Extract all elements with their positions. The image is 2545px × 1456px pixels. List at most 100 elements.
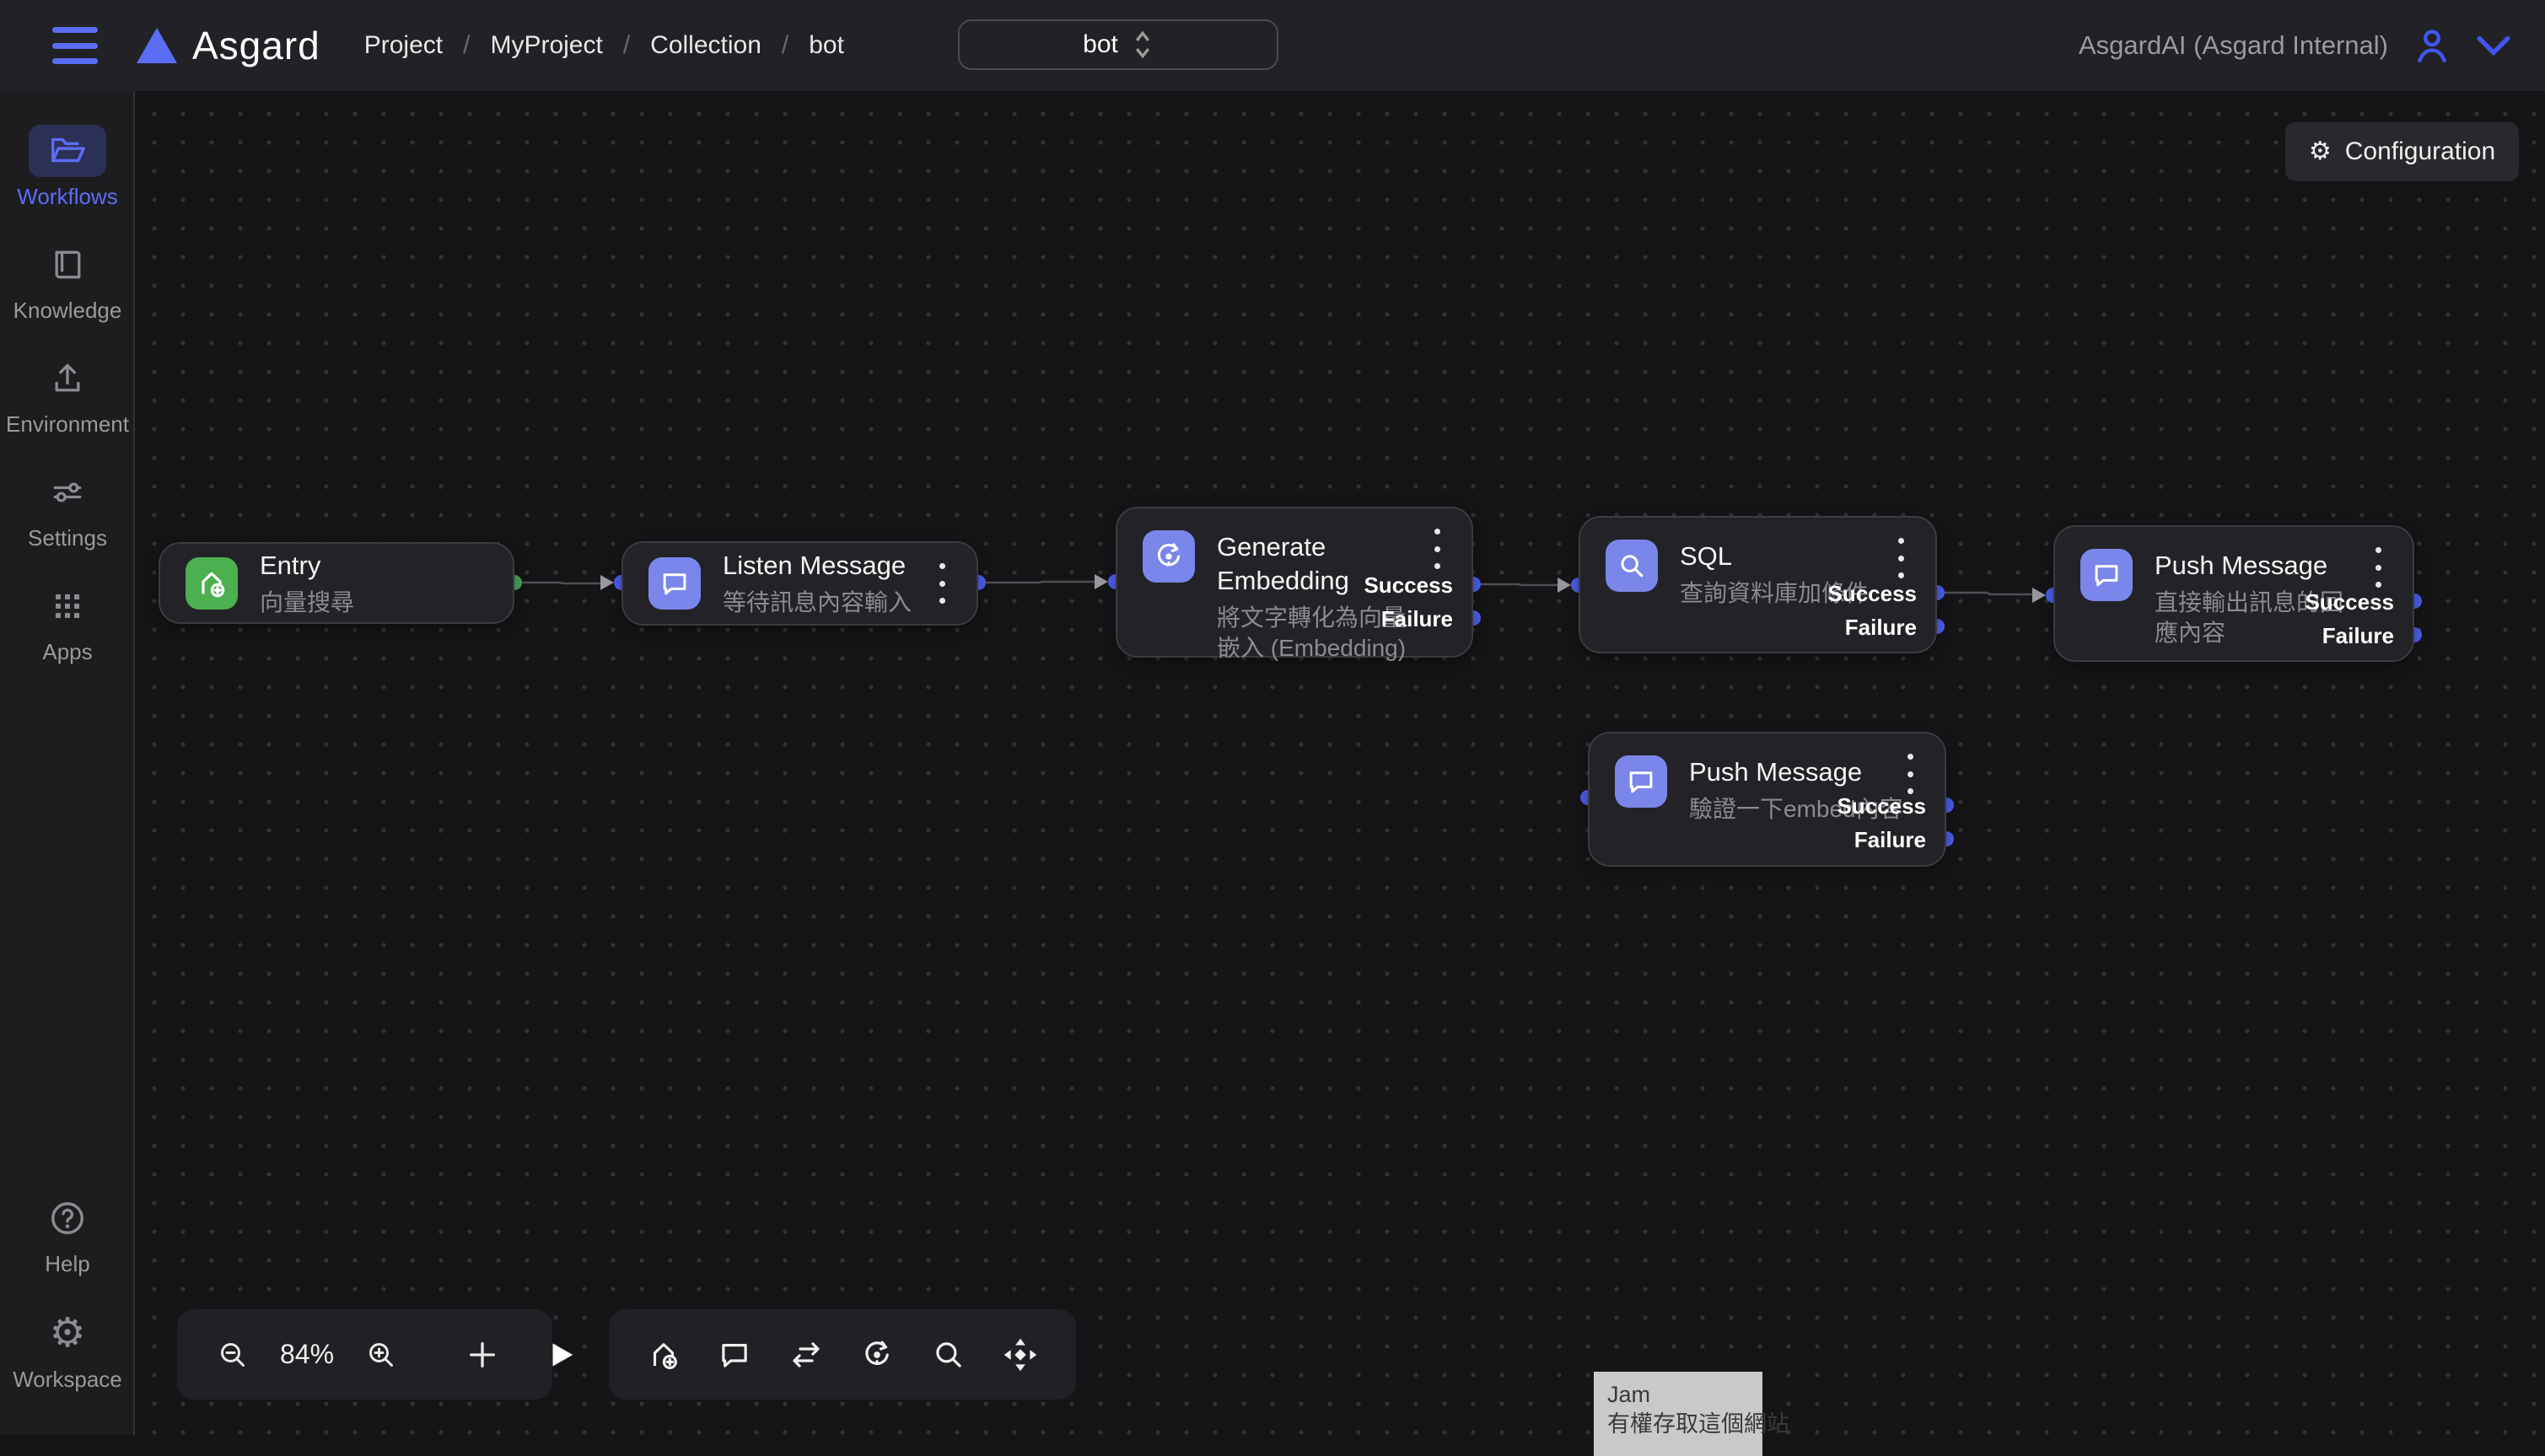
- grid-dots-icon: [29, 580, 106, 632]
- node-menu-button[interactable]: [1424, 529, 1450, 569]
- sidebar-item-apps[interactable]: Apps: [0, 580, 135, 665]
- node-palette-toolbar: [609, 1309, 1076, 1400]
- folder-open-icon: [29, 125, 106, 177]
- configuration-button-label: Configuration: [2345, 137, 2495, 166]
- triangle-logo-icon: [137, 28, 177, 63]
- node-title: Entry: [260, 549, 354, 583]
- user-icon: [2410, 24, 2454, 67]
- node-menu-button[interactable]: [929, 563, 955, 604]
- chevron-down-icon[interactable]: [2476, 33, 2511, 58]
- top-bar: Asgard Project / MyProject / Collection …: [0, 0, 2545, 91]
- chat-bubble-icon: [648, 557, 701, 610]
- zoom-out-button[interactable]: [207, 1338, 258, 1372]
- app-name: Asgard: [192, 23, 320, 68]
- sliders-icon: [29, 466, 106, 518]
- configuration-button[interactable]: ⚙ Configuration: [2285, 122, 2519, 181]
- breadcrumb-myproject[interactable]: MyProject: [490, 31, 602, 60]
- account-label: AsgardAI (Asgard Internal): [2079, 30, 2388, 61]
- zoom-out-icon: [216, 1338, 250, 1372]
- bulb-refresh-icon: [1143, 530, 1195, 583]
- help-circle-icon: [29, 1192, 106, 1244]
- browser-permission-tooltip: Jam 有權存取這個網站: [1594, 1372, 1762, 1456]
- sidebar-item-knowledge[interactable]: Knowledge: [0, 239, 135, 324]
- breadcrumb-project[interactable]: Project: [364, 31, 443, 60]
- node-subtitle: 向量搜尋: [260, 588, 354, 618]
- upload-icon: [29, 352, 106, 405]
- sidebar-item-label: Workflows: [17, 184, 117, 210]
- output-success-label: Success: [1827, 581, 1917, 607]
- play-icon: [545, 1339, 577, 1371]
- sidebar-item-settings[interactable]: Settings: [0, 466, 135, 551]
- house-plus-icon: [186, 557, 238, 610]
- sidebar-item-environment[interactable]: Environment: [0, 352, 135, 438]
- workflow-selector-value: bot: [1083, 30, 1118, 59]
- unfold-chevrons-icon: [1132, 30, 1154, 59]
- chat-bubble-icon: [2080, 549, 2133, 601]
- node-menu-button[interactable]: [1897, 754, 1923, 794]
- add-embedding-node-button[interactable]: [851, 1337, 903, 1373]
- node-title: SQL: [1680, 540, 1891, 573]
- bulb-refresh-icon: [859, 1337, 895, 1373]
- node-entry[interactable]: Entry 向量搜尋: [159, 542, 514, 624]
- sidebar-item-label: Environment: [6, 411, 129, 438]
- node-menu-button[interactable]: [2365, 547, 2391, 588]
- output-failure-label: Failure: [1845, 615, 1917, 641]
- output-success-label: Success: [2305, 589, 2394, 615]
- move-icon: [1002, 1336, 1039, 1373]
- book-icon: [29, 239, 106, 291]
- breadcrumb-separator: /: [463, 31, 470, 60]
- sidebar-item-workflows[interactable]: Workflows: [0, 125, 135, 210]
- node-listen-message[interactable]: Listen Message 等待訊息內容輸入: [621, 541, 978, 626]
- search-tool-button[interactable]: [923, 1337, 975, 1373]
- chat-bubble-icon: [717, 1337, 752, 1373]
- node-title: Listen Message: [723, 549, 912, 583]
- move-tool-button[interactable]: [993, 1336, 1047, 1373]
- node-title: Push Message: [2155, 549, 2365, 583]
- sidebar-item-label: Settings: [28, 525, 107, 551]
- plus-icon: [465, 1338, 499, 1372]
- tooltip-extension-name: Jam: [1607, 1380, 1749, 1409]
- node-menu-button[interactable]: [1888, 538, 1913, 578]
- workflow-canvas[interactable]: ⚙ Configuration Entry 向量搜尋 Listen Messag…: [135, 91, 2545, 1435]
- sidebar-item-label: Workspace: [13, 1367, 122, 1393]
- output-success-label: Success: [1364, 572, 1453, 599]
- output-failure-label: Failure: [2322, 623, 2394, 649]
- node-title: Push Message: [1689, 755, 1908, 789]
- zoom-panel: 84%: [177, 1309, 552, 1400]
- output-failure-label: Failure: [1854, 827, 1926, 853]
- add-message-node-button[interactable]: [708, 1337, 761, 1373]
- house-plus-icon: [646, 1337, 681, 1373]
- magnifier-icon: [931, 1337, 966, 1373]
- add-entry-node-button[interactable]: [638, 1337, 690, 1373]
- magnifier-icon: [1606, 540, 1658, 592]
- workflow-edges: [135, 91, 2545, 1435]
- account-menu[interactable]: AsgardAI (Asgard Internal): [2079, 0, 2511, 91]
- sidebar-item-label: Apps: [42, 639, 92, 665]
- add-switch-node-button[interactable]: [780, 1337, 832, 1373]
- add-button[interactable]: [457, 1338, 508, 1372]
- output-failure-label: Failure: [1381, 606, 1453, 632]
- breadcrumb-separator: /: [623, 31, 630, 60]
- zoom-in-button[interactable]: [356, 1338, 406, 1372]
- zoom-in-icon: [364, 1338, 398, 1372]
- run-button[interactable]: [536, 1339, 585, 1371]
- node-sql[interactable]: SQL 查詢資料庫加條件 Success Failure: [1579, 516, 1937, 653]
- sidebar-item-label: Help: [45, 1251, 89, 1277]
- output-success-label: Success: [1837, 793, 1926, 819]
- sidebar-item-workspace[interactable]: ⚙ Workspace: [0, 1308, 135, 1393]
- node-push-message[interactable]: Push Message 直接輸出訊息的回應內容 Success Failure: [2053, 525, 2414, 662]
- app-logo[interactable]: Asgard: [137, 23, 320, 68]
- breadcrumb-bot[interactable]: bot: [809, 31, 844, 60]
- sidebar-item-help[interactable]: Help: [0, 1192, 135, 1277]
- workflow-selector[interactable]: bot: [958, 19, 1278, 70]
- menu-icon[interactable]: [52, 27, 98, 64]
- sidebar-item-label: Knowledge: [13, 298, 122, 324]
- breadcrumb: Project / MyProject / Collection / bot: [364, 31, 844, 60]
- node-generate-embedding[interactable]: Generate Embedding 將文字轉化為向量嵌入 (Embedding…: [1116, 507, 1473, 658]
- breadcrumb-separator: /: [782, 31, 788, 60]
- zoom-level: 84%: [280, 1339, 334, 1370]
- node-push-message-validate[interactable]: Push Message 驗證一下embed內容 Success Failure: [1588, 732, 1946, 867]
- swap-arrows-icon: [788, 1337, 824, 1373]
- breadcrumb-collection[interactable]: Collection: [650, 31, 761, 60]
- node-subtitle: 等待訊息內容輸入: [723, 588, 912, 618]
